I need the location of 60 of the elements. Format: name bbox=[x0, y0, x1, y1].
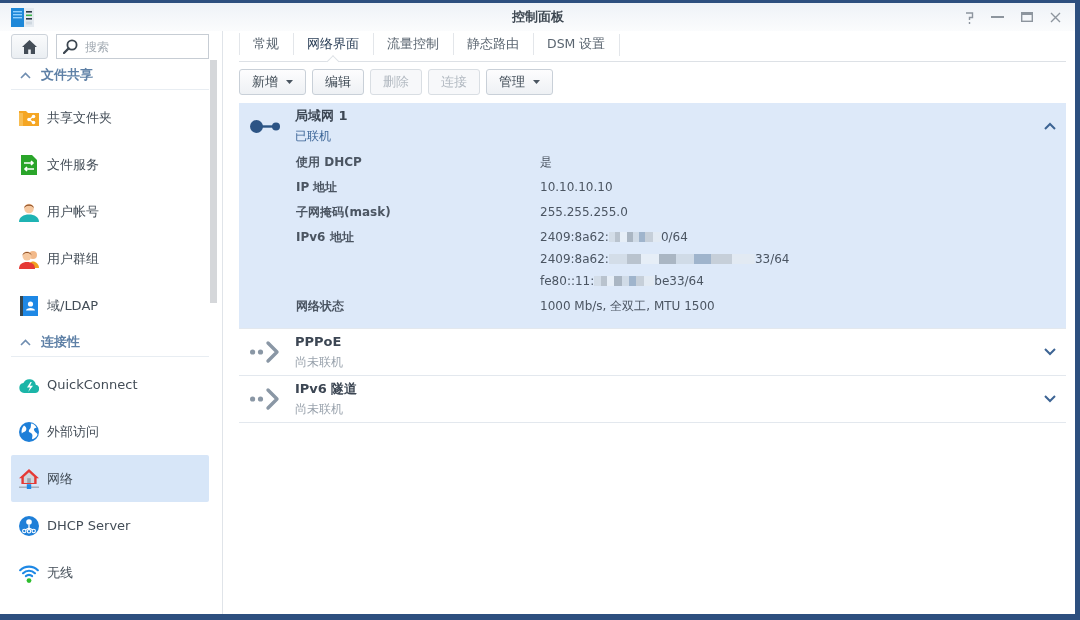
detail-value: 是 bbox=[540, 153, 552, 171]
detail-value: 2409:8a62: bbox=[540, 250, 609, 268]
maximize-icon[interactable] bbox=[1021, 12, 1033, 22]
toolbar-button[interactable]: 管理 bbox=[486, 69, 553, 95]
connection-status: 尚未联机 bbox=[295, 402, 343, 417]
tab[interactable]: 常规 bbox=[239, 33, 293, 61]
sidebar-item[interactable]: 用户群组 bbox=[11, 235, 209, 282]
connection-status: 尚未联机 bbox=[295, 355, 343, 370]
tab[interactable]: 流量控制 bbox=[373, 33, 453, 61]
sidebar-item[interactable]: 文件服务 bbox=[11, 141, 209, 188]
detail-label: 网络状态 bbox=[296, 297, 345, 315]
search-icon bbox=[63, 39, 78, 54]
detail-value: 0/64 bbox=[660, 228, 688, 246]
panel-icon bbox=[11, 7, 34, 27]
sidebar-item[interactable]: DHCP Server bbox=[11, 502, 209, 549]
detail-value: 33/64 bbox=[754, 250, 790, 268]
connection-status: 已联机 bbox=[295, 129, 331, 144]
detail-value: fe80::11: bbox=[540, 272, 595, 290]
toolbar-button[interactable]: 新增 bbox=[239, 69, 306, 95]
scrollbar[interactable] bbox=[210, 60, 217, 303]
user-icon bbox=[19, 201, 39, 222]
sidebar-item[interactable]: 共享文件夹 bbox=[11, 94, 209, 141]
close-icon[interactable] bbox=[1050, 11, 1061, 23]
interface-name: 局域网 1 bbox=[295, 108, 348, 124]
sidebar-item[interactable]: 域/LDAP bbox=[11, 282, 209, 329]
detail-value: 2409:8a62: bbox=[540, 228, 609, 246]
section-header[interactable]: 连接性 bbox=[11, 329, 209, 357]
users-icon bbox=[19, 248, 39, 269]
chevron-up-icon[interactable] bbox=[1044, 122, 1056, 130]
help-icon[interactable] bbox=[965, 10, 974, 24]
sidebar-item[interactable]: QuickConnect bbox=[11, 361, 209, 408]
detail-value: 10.10.10.10 bbox=[540, 178, 613, 196]
document-arrows-icon bbox=[19, 154, 39, 175]
detail-label: 子网掩码(mask) bbox=[296, 203, 392, 221]
house-network-icon bbox=[19, 468, 39, 489]
section-header[interactable]: 文件共享 bbox=[11, 62, 209, 90]
detail-value: be33/64 bbox=[654, 272, 704, 290]
id-card-icon bbox=[19, 295, 39, 316]
toolbar-button[interactable]: 编辑 bbox=[312, 69, 364, 95]
tab[interactable]: DSM 设置 bbox=[533, 33, 620, 61]
sidebar-item[interactable]: 无线 bbox=[11, 549, 209, 596]
detail-value: 1000 Mb/s, 全双工, MTU 1500 bbox=[540, 297, 715, 315]
chevron-down-icon[interactable] bbox=[1044, 348, 1056, 356]
home-icon bbox=[22, 39, 37, 54]
home-button[interactable] bbox=[11, 34, 48, 59]
tab[interactable]: 静态路由 bbox=[453, 33, 533, 61]
sidebar-item[interactable]: 网络 bbox=[11, 455, 209, 502]
search-field[interactable]: 搜索 bbox=[56, 34, 209, 59]
detail-label: 使用 DHCP bbox=[296, 153, 363, 171]
window-title: 控制面板 bbox=[511, 8, 564, 26]
chevron-down-icon[interactable] bbox=[1044, 395, 1056, 403]
globe-icon bbox=[19, 421, 39, 442]
detail-label: IP 地址 bbox=[296, 178, 339, 196]
interface-name: PPPoE bbox=[295, 334, 342, 350]
network-nodes-icon bbox=[19, 515, 39, 536]
detail-label: IPv6 地址 bbox=[296, 228, 355, 246]
sidebar-item[interactable]: 外部访问 bbox=[11, 408, 209, 455]
sidebar-item[interactable]: 用户帐号 bbox=[11, 188, 209, 235]
interface-name: IPv6 隧道 bbox=[295, 381, 358, 397]
detail-value: 255.255.255.0 bbox=[540, 203, 628, 221]
